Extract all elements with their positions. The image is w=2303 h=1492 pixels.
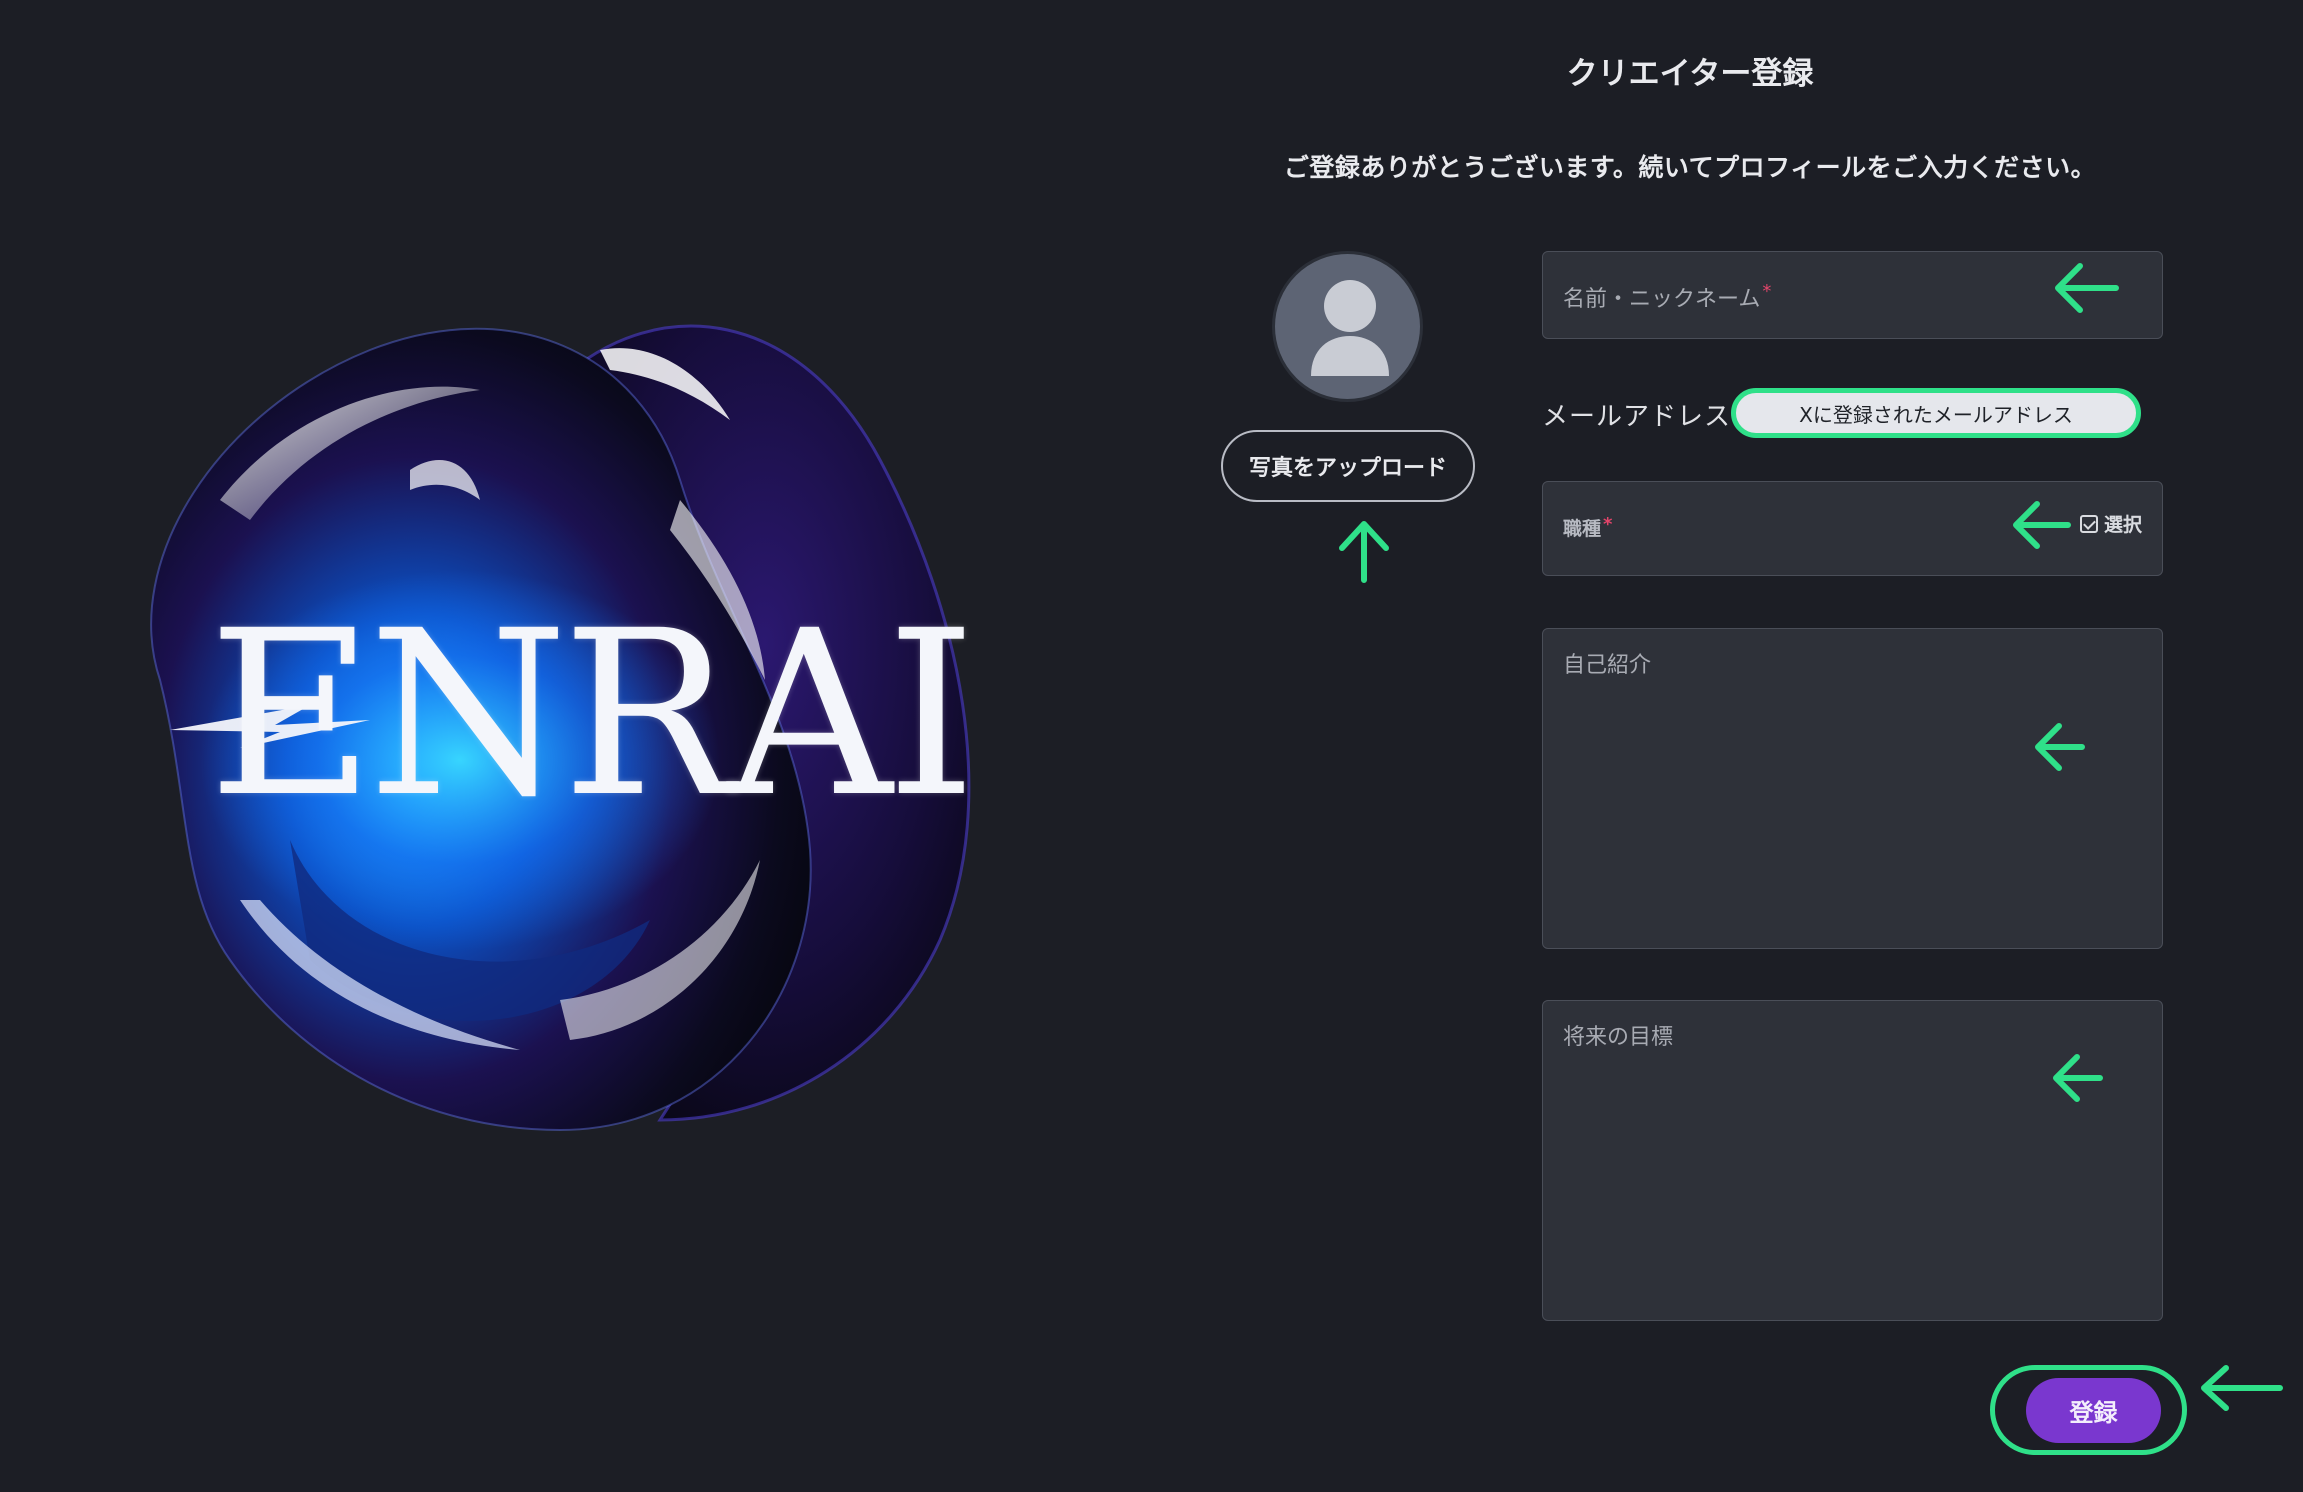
avatar[interactable] (1272, 251, 1423, 402)
register-button[interactable]: 登録 (2026, 1378, 2161, 1443)
occupation-select-label: 選択 (2103, 514, 2142, 536)
bio-placeholder: 自己紹介 (1563, 653, 1652, 678)
name-field-placeholder: 名前・ニックネーム * (1563, 281, 1771, 313)
occupation-field-label: 職種 * (1563, 514, 1612, 541)
annotation-arrow-left-icon (2053, 1054, 2103, 1102)
checkbox-icon (2079, 514, 2098, 533)
page-subtitle: ご登録ありがとうございます。続いてプロフィールをご入力ください。 (1283, 153, 2097, 182)
bio-textarea[interactable]: 自己紹介 (1542, 628, 2163, 949)
hero-art: ENRAI (40, 200, 1140, 1200)
required-mark: * (1762, 281, 1772, 302)
name-placeholder-text: 名前・ニックネーム (1563, 287, 1761, 312)
occupation-label-text: 職種 (1563, 518, 1602, 540)
goal-placeholder: 将来の目標 (1563, 1025, 1674, 1050)
annotation-arrow-left-icon (2035, 723, 2085, 771)
occupation-select-button[interactable]: 選択 (2079, 510, 2142, 537)
page-title: クリエイター登録 (1566, 56, 1814, 92)
brand-logo-text: ENRAI (208, 581, 976, 847)
registration-page: ENRAI クリエイター登録 ご登録ありがとうございます。続いてプロフィールをご… (0, 0, 2303, 1492)
email-value-badge: Xに登録されたメールアドレス (1731, 388, 2141, 438)
annotation-arrow-left-icon (2013, 501, 2071, 549)
email-label: メールアドレス (1542, 402, 1732, 432)
annotation-arrow-left-icon (2055, 263, 2119, 313)
upload-photo-button[interactable]: 写真をアップロード (1221, 430, 1475, 502)
user-silhouette-icon (1311, 280, 1389, 376)
required-mark: * (1603, 514, 1613, 535)
annotation-arrow-up-icon (1339, 521, 1389, 583)
annotation-arrow-left-icon (2201, 1365, 2283, 1411)
